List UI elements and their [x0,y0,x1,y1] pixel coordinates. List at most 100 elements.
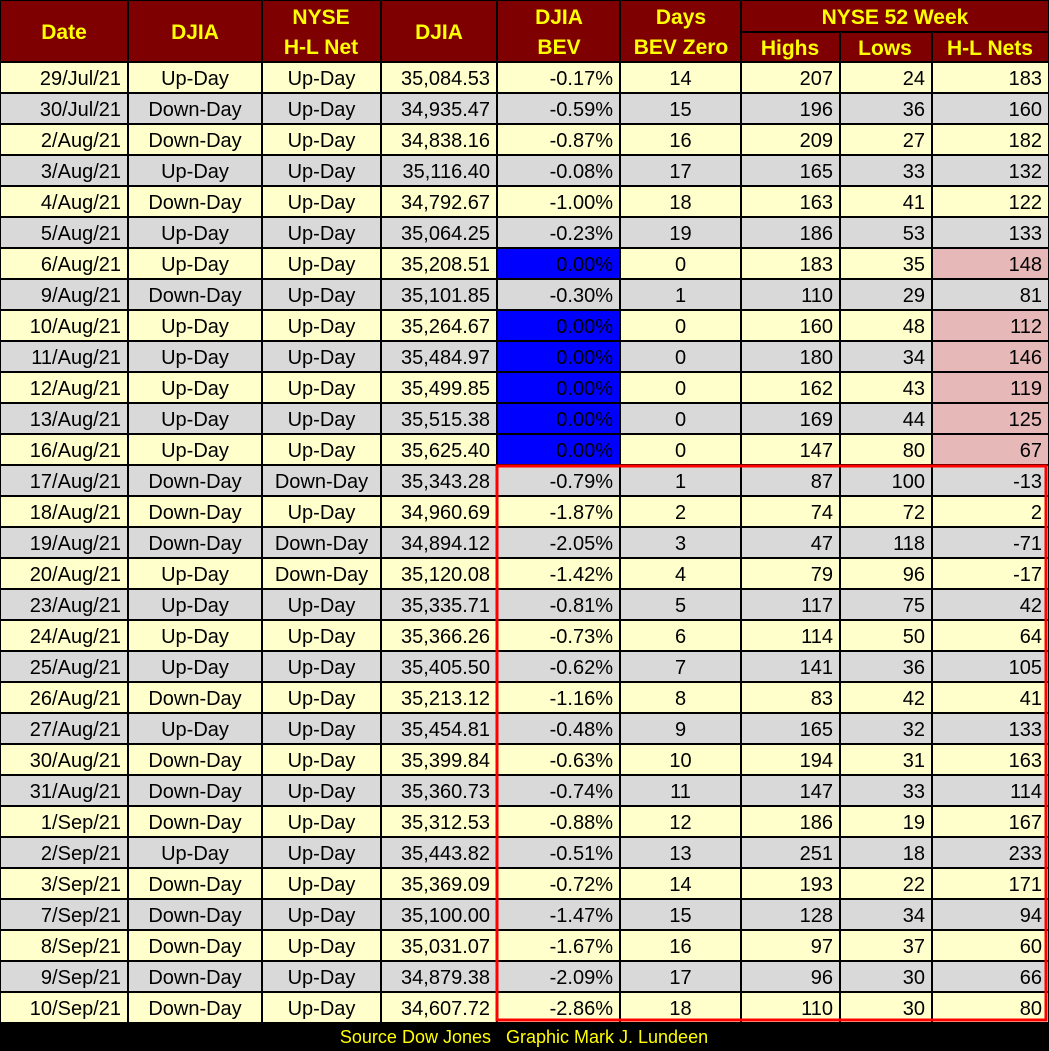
cell-djia-bev: -0.63% [550,750,614,772]
cell-lows: 36 [903,99,925,121]
cell-djia-close: 35,312.53 [401,812,490,834]
cell-days-bev-zero: 0 [675,254,686,276]
cell-days-bev-zero: 0 [675,378,686,400]
cell-days-bev-zero: 0 [675,347,686,369]
cell-lows: 44 [903,409,925,431]
cell-djia-day: Up-Day [161,595,229,617]
cell-nyse-hl-net: Up-Day [288,874,356,896]
cell-nyse-hl-net: Up-Day [288,161,356,183]
cell-djia-close: 34,838.16 [401,130,490,152]
cell-date: 3/Aug/21 [41,161,121,183]
cell-djia-day: Up-Day [161,843,229,865]
cell-nyse-hl-net: Down-Day [275,471,368,493]
cell-hl-nets: 42 [1020,595,1042,617]
cell-nyse-hl-net: Up-Day [288,130,356,152]
cell-hl-nets: 94 [1020,905,1042,927]
table-row: 13/Aug/21 Up-Day Up-Day 35,515.38 0.00% 0 169 4… [1,404,1048,433]
table-row: 16/Aug/21 Up-Day Up-Day 35,625.40 0.00% 0 147 8… [1,435,1048,464]
cell-hl-nets: 183 [1009,68,1042,90]
table-row: 10/Sep/21 Down-Day Up-Day 34,607.72 -2.86% 18… [1,993,1048,1022]
cell-djia-bev: -0.62% [550,657,614,679]
cell-djia-bev: 0.00% [556,347,613,369]
cell-djia-close: 35,084.53 [401,68,490,90]
header-bev-line1: DJIA [535,6,583,29]
cell-hl-nets: 132 [1009,161,1042,183]
cell-djia-close: 35,625.40 [401,440,490,462]
cell-hl-nets: 67 [1020,440,1042,462]
cell-djia-close: 34,607.72 [401,998,490,1020]
table-row: 4/Aug/21 Down-Day Up-Day 34,792.67 -1.00% 18 1… [1,187,1048,216]
cell-days-bev-zero: 2 [675,502,686,524]
cell-highs: 114 [801,626,833,648]
table-row: 26/Aug/21 Down-Day Up-Day 35,213.12 -1.16% 8 8… [1,683,1048,712]
cell-highs: 87 [811,471,833,493]
cell-djia-close: 35,369.09 [401,874,490,896]
cell-djia-bev: -0.88% [550,812,614,834]
cell-highs: 97 [811,936,833,958]
cell-lows: 24 [903,68,925,90]
header-days-line1: Days [656,6,706,29]
cell-djia-day: Down-Day [148,998,241,1020]
header-row: Date DJIA NYSE H-L Net DJIA DJIA BEV Day… [1,1,1048,61]
cell-days-bev-zero: 3 [675,533,686,555]
cell-hl-nets: 133 [1009,223,1042,245]
cell-djia-day: Down-Day [148,936,241,958]
cell-days-bev-zero: 17 [669,161,691,183]
cell-lows: 32 [903,719,925,741]
cell-lows: 72 [903,502,925,524]
cell-highs: 128 [800,905,833,927]
cell-djia-day: Down-Day [148,905,241,927]
cell-date: 25/Aug/21 [30,657,121,679]
cell-days-bev-zero: 9 [675,719,686,741]
cell-djia-close: 35,515.38 [401,409,490,431]
cell-date: 12/Aug/21 [30,378,121,400]
cell-date: 8/Sep/21 [41,936,121,958]
cell-djia-bev: -0.30% [550,285,614,307]
cell-highs: 147 [800,440,833,462]
cell-highs: 47 [811,533,833,555]
cell-djia-bev: -2.09% [550,967,614,989]
table-row: 29/Jul/21 Up-Day Up-Day 35,084.53 -0.17% 14 20… [1,63,1048,92]
table-row: 3/Aug/21 Up-Day Up-Day 35,116.40 -0.08% 17 165… [1,156,1048,185]
table-row: 2/Sep/21 Up-Day Up-Day 35,443.82 -0.51% 13 251… [1,838,1048,867]
cell-days-bev-zero: 11 [670,781,691,803]
cell-hl-nets: 105 [1009,657,1042,679]
table-body: 29/Jul/21 Up-Day Up-Day 35,084.53 -0.17% 14 20… [1,63,1048,1022]
cell-nyse-hl-net: Up-Day [288,378,356,400]
cell-date: 30/Jul/21 [40,99,121,121]
cell-djia-day: Down-Day [148,99,241,121]
cell-nyse-hl-net: Up-Day [288,967,356,989]
cell-hl-nets: 171 [1009,874,1042,896]
cell-date: 6/Aug/21 [41,254,121,276]
cell-days-bev-zero: 14 [669,68,691,90]
cell-lows: 43 [903,378,925,400]
cell-hl-nets: 125 [1009,409,1042,431]
cell-days-bev-zero: 17 [669,967,691,989]
cell-hl-nets: 146 [1009,347,1042,369]
cell-hl-nets: 233 [1009,843,1042,865]
cell-highs: 186 [800,223,833,245]
cell-days-bev-zero: 0 [675,316,686,338]
cell-highs: 251 [800,843,833,865]
cell-nyse-hl-net: Up-Day [288,316,356,338]
cell-date: 26/Aug/21 [30,688,121,710]
cell-djia-close: 35,499.85 [401,378,490,400]
cell-days-bev-zero: 4 [675,564,686,586]
cell-date: 29/Jul/21 [40,68,121,90]
source-note: Source Dow Jones Graphic Mark J. Lundeen [340,1027,708,1047]
cell-date: 2/Sep/21 [41,843,121,865]
cell-djia-day: Up-Day [161,254,229,276]
cell-hl-nets: 66 [1020,967,1042,989]
cell-days-bev-zero: 19 [669,223,691,245]
cell-nyse-hl-net: Up-Day [288,781,356,803]
cell-djia-day: Up-Day [161,409,229,431]
cell-djia-day: Down-Day [148,874,241,896]
cell-date: 17/Aug/21 [30,471,121,493]
cell-date: 24/Aug/21 [30,626,121,648]
header-djia-close: DJIA [415,21,463,44]
cell-date: 23/Aug/21 [30,595,121,617]
cell-djia-day: Up-Day [161,347,229,369]
cell-djia-day: Down-Day [148,471,241,493]
cell-days-bev-zero: 18 [669,192,691,214]
cell-nyse-hl-net: Up-Day [288,409,356,431]
